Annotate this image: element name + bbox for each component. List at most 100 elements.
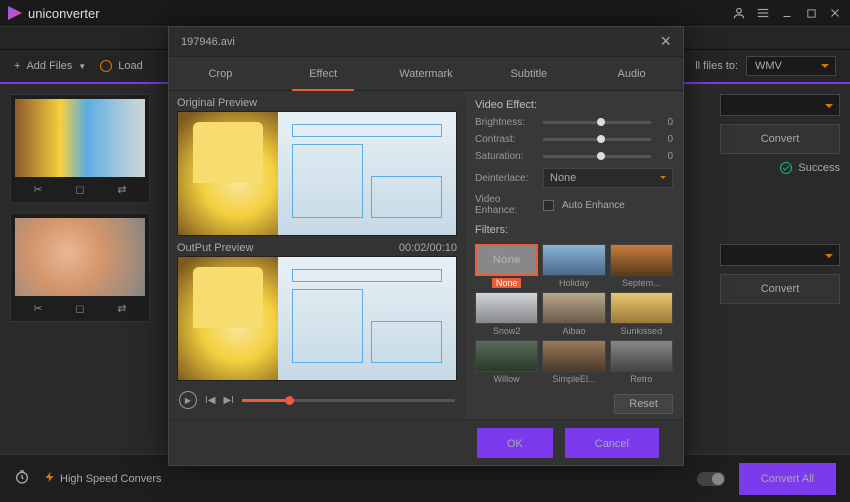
brightness-slider[interactable] [543, 121, 651, 124]
dialog-body: Original Preview OutPut Preview 00:02/00… [169, 91, 683, 419]
file-thumbnail [15, 99, 145, 177]
convert-column: Convert Success Convert [720, 94, 840, 322]
convert-all-button[interactable]: Convert All [739, 463, 836, 495]
filter-none[interactable]: NoneNone [475, 244, 538, 288]
reset-button[interactable]: Reset [614, 394, 673, 414]
filter-snow2[interactable]: Snow2 [475, 292, 538, 336]
add-files-label: Add Files [26, 60, 72, 72]
tab-watermark[interactable]: Watermark [375, 57, 478, 90]
ok-button[interactable]: OK [477, 428, 553, 458]
brightness-label: Brightness: [475, 117, 535, 128]
item-format-select[interactable] [720, 94, 840, 116]
playback-controls: ▶ I◀ ▶I [177, 387, 457, 413]
load-dvd-label: Load [118, 60, 142, 72]
crop-icon[interactable]: ◻ [75, 183, 84, 196]
output-preview [177, 256, 457, 381]
output-format-value: WMV [755, 60, 782, 72]
speed-label: High Speed Convers [60, 473, 162, 485]
saturation-value: 0 [659, 151, 673, 162]
deinterlace-select[interactable]: None [543, 168, 673, 188]
menu-icon[interactable] [756, 6, 770, 20]
prev-frame-button[interactable]: I◀ [205, 395, 215, 406]
plus-icon: + [14, 60, 20, 72]
user-icon[interactable] [732, 6, 746, 20]
output-format-select[interactable]: WMV [746, 56, 836, 76]
video-effect-heading: Video Effect: [475, 99, 673, 111]
tab-subtitle[interactable]: Subtitle [477, 57, 580, 90]
filter-simple[interactable]: SimpleEl... [542, 340, 605, 384]
dialog-footer: OK Cancel [169, 419, 683, 465]
high-speed-toggle[interactable]: High Speed Convers [44, 471, 162, 486]
item-format-select[interactable] [720, 244, 840, 266]
original-preview [177, 111, 457, 236]
convert-label: Convert [761, 283, 800, 295]
check-circle-icon [780, 162, 792, 174]
dialog-filename: 197946.avi [181, 36, 235, 48]
play-button[interactable]: ▶ [179, 391, 197, 409]
preview-panel: Original Preview OutPut Preview 00:02/00… [169, 91, 465, 419]
saturation-label: Saturation: [475, 151, 535, 162]
auto-enhance-label: Auto Enhance [562, 200, 625, 211]
contrast-label: Contrast: [475, 134, 535, 145]
filter-retro[interactable]: Retro [610, 340, 673, 384]
filter-holiday[interactable]: Holiday [542, 244, 605, 288]
file-item[interactable]: ✂ ◻ ⇄ [10, 213, 150, 322]
dialog-close-icon[interactable]: × [660, 31, 671, 52]
bolt-icon [44, 471, 56, 486]
effect-icon[interactable]: ⇄ [117, 183, 126, 196]
original-preview-label: Original Preview [177, 97, 257, 109]
convert-all-to: ll files to: WMV [695, 56, 836, 76]
app-name: uniconverter [28, 6, 100, 21]
deinterlace-label: Deinterlace: [475, 173, 535, 184]
output-preview-label: OutPut Preview [177, 242, 253, 254]
enhance-label: Video Enhance: [475, 194, 535, 216]
filter-sunkissed[interactable]: Sunkissed [610, 292, 673, 336]
close-icon[interactable] [828, 6, 842, 20]
convert-all-label: Convert All [761, 473, 814, 485]
effect-icon[interactable]: ⇄ [117, 302, 126, 315]
convert-label: Convert [761, 133, 800, 145]
minimize-icon[interactable] [780, 6, 794, 20]
file-item[interactable]: ✂ ◻ ⇄ [10, 94, 150, 203]
filters-heading: Filters: [475, 224, 673, 236]
app-logo: uniconverter [8, 6, 100, 21]
load-dvd-button[interactable]: Load [100, 60, 142, 72]
cut-icon[interactable]: ✂ [33, 302, 42, 315]
convert-button[interactable]: Convert [720, 124, 840, 154]
add-files-button[interactable]: + Add Files ▼ [14, 60, 86, 72]
maximize-icon[interactable] [804, 6, 818, 20]
saturation-slider[interactable] [543, 155, 651, 158]
cancel-button[interactable]: Cancel [565, 428, 659, 458]
file-thumbnail [15, 218, 145, 296]
next-frame-button[interactable]: ▶I [223, 395, 233, 406]
preview-timecode: 00:02/00:10 [399, 242, 457, 254]
crop-icon[interactable]: ◻ [75, 302, 84, 315]
merge-toggle[interactable] [697, 472, 725, 486]
contrast-slider[interactable] [543, 138, 651, 141]
dialog-tabs: Crop Effect Watermark Subtitle Audio [169, 57, 683, 91]
contrast-value: 0 [659, 134, 673, 145]
tab-crop[interactable]: Crop [169, 57, 272, 90]
clock-icon[interactable] [14, 469, 30, 488]
convert-to-label: ll files to: [695, 60, 738, 72]
filter-september[interactable]: Septem... [610, 244, 673, 288]
cut-icon[interactable]: ✂ [33, 183, 42, 196]
convert-button[interactable]: Convert [720, 274, 840, 304]
disc-icon [100, 60, 112, 72]
file-list: ✂ ◻ ⇄ ✂ ◻ ⇄ [10, 94, 150, 322]
tab-effect[interactable]: Effect [272, 57, 375, 90]
filter-willow[interactable]: Willow [475, 340, 538, 384]
effects-panel: Video Effect: Brightness: 0 Contrast: 0 … [465, 91, 683, 419]
auto-enhance-checkbox[interactable] [543, 200, 554, 211]
titlebar: uniconverter [0, 0, 850, 26]
filters-grid: NoneNone Holiday Septem... Snow2 Aibao S… [475, 244, 673, 384]
status-success: Success [720, 162, 840, 174]
dialog-header: 197946.avi × [169, 27, 683, 57]
chevron-down-icon: ▼ [78, 62, 86, 71]
timeline-slider[interactable] [242, 399, 455, 402]
success-label: Success [798, 162, 840, 174]
brightness-value: 0 [659, 117, 673, 128]
tab-audio[interactable]: Audio [580, 57, 683, 90]
logo-icon [8, 6, 22, 20]
filter-aibao[interactable]: Aibao [542, 292, 605, 336]
